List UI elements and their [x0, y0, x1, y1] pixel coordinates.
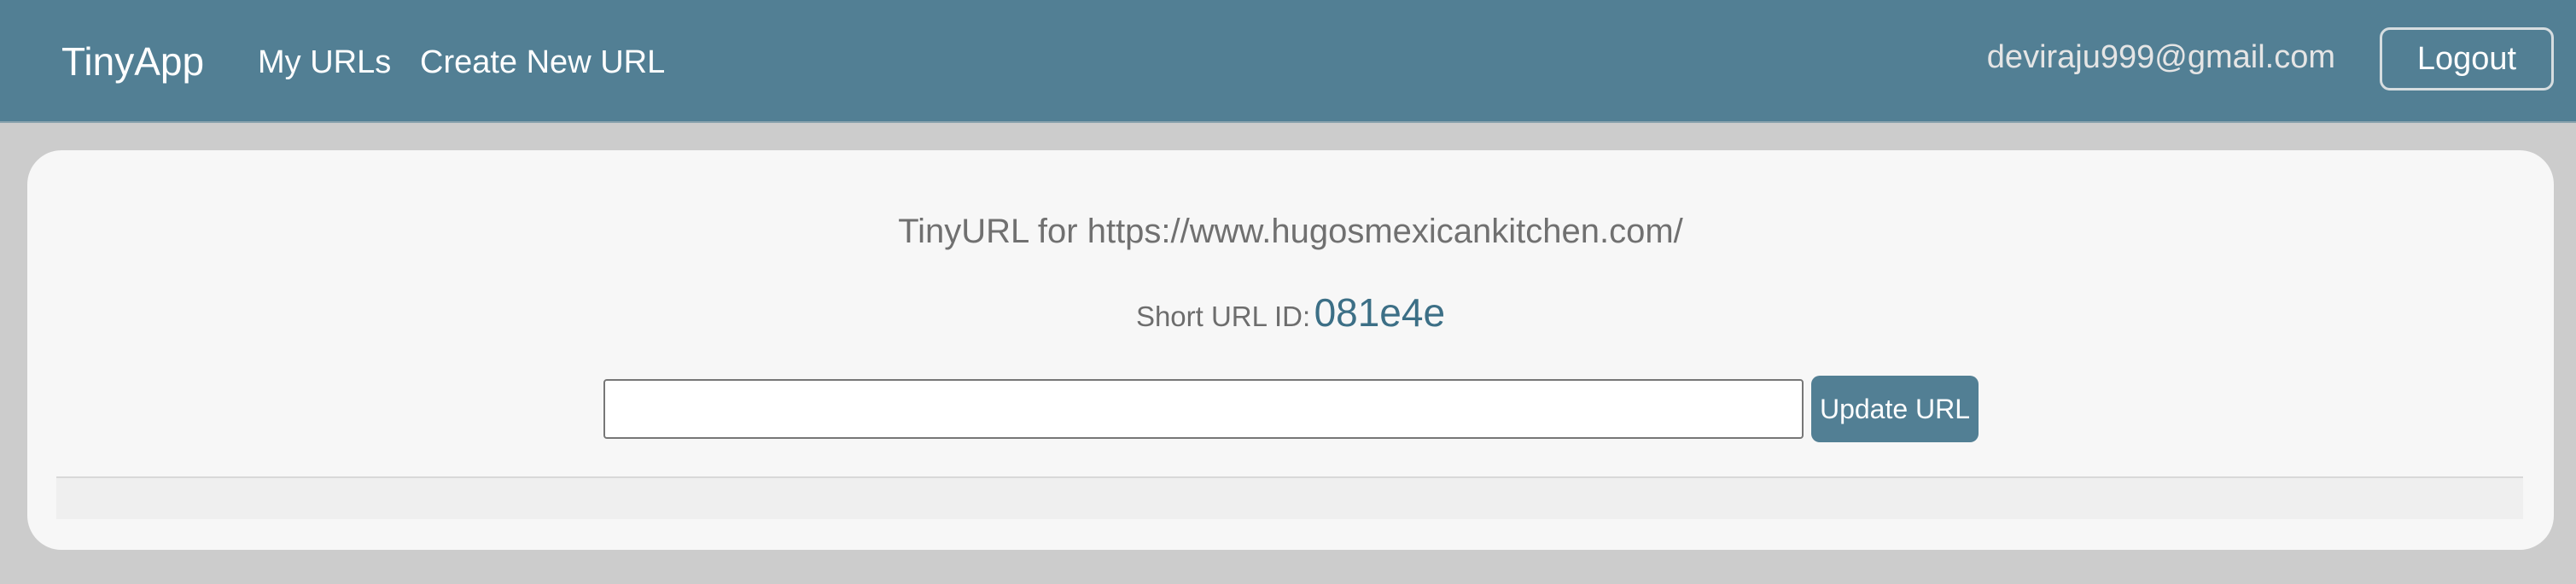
update-url-button[interactable]: Update URL	[1811, 376, 1979, 442]
page-title: TinyURL for https://www.hugosmexicankitc…	[898, 213, 1683, 250]
nav-link-create-new-url[interactable]: Create New URL	[420, 41, 665, 84]
short-url-id-label: Short URL ID:	[1135, 301, 1311, 332]
url-detail-card: TinyURL for https://www.hugosmexicankitc…	[27, 150, 2554, 550]
short-url-id-row: Short URL ID: 081e4e	[27, 287, 2554, 348]
logout-button[interactable]: Logout	[2380, 27, 2554, 91]
short-url-id-value: 081e4e	[1314, 290, 1446, 335]
long-url-input[interactable]	[603, 379, 1804, 439]
top-navbar: TinyApp My URLs Create New URL deviraju9…	[0, 0, 2576, 123]
nav-link-my-urls[interactable]: My URLs	[258, 41, 391, 84]
user-email: deviraju999@gmail.com	[1986, 39, 2335, 75]
brand-link[interactable]: TinyApp	[61, 36, 204, 87]
card-footer	[56, 476, 2523, 519]
